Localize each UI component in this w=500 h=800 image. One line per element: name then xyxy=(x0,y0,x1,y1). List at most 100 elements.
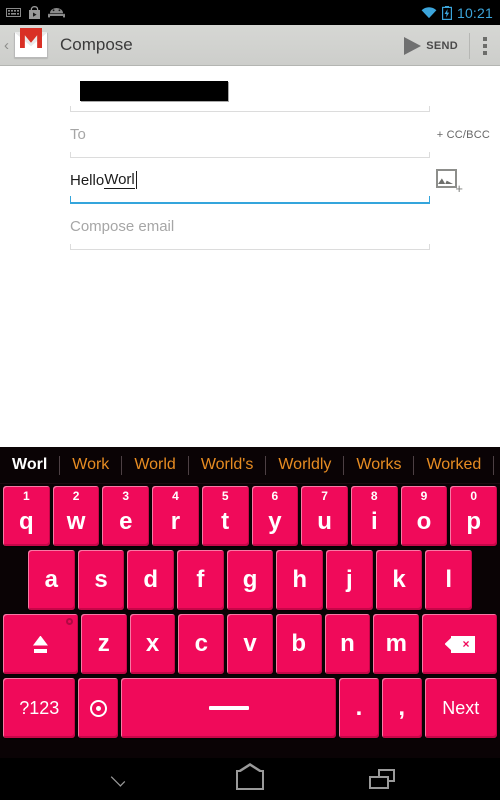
key-r[interactable]: 4r xyxy=(152,486,199,546)
key-label: b xyxy=(291,630,307,657)
to-field[interactable]: To xyxy=(70,112,430,158)
key-number-hint: 5 xyxy=(221,489,229,503)
key-x[interactable]: x xyxy=(129,614,176,674)
key-number-hint: 6 xyxy=(271,489,279,503)
enter-label: Next xyxy=(442,698,480,718)
subject-row: Hello Worl + xyxy=(0,158,500,204)
key-g[interactable]: g xyxy=(226,550,274,610)
subject-text: Hello xyxy=(70,171,105,189)
period-key[interactable]: . xyxy=(339,678,379,738)
compose-form: To + CC/BCC Hello Worl + Compose email xyxy=(0,66,500,250)
body-placeholder: Compose email xyxy=(70,218,175,235)
key-m[interactable]: m xyxy=(373,614,420,674)
hide-keyboard-button[interactable] xyxy=(94,758,142,800)
key-n[interactable]: n xyxy=(324,614,371,674)
cc-bcc-button[interactable]: + CC/BCC xyxy=(437,129,490,141)
suggestion-strip: WorlWorkWorldWorld'sWorldlyWorksWorkedWo… xyxy=(0,447,500,484)
send-icon xyxy=(404,36,422,55)
key-label: s xyxy=(94,566,108,593)
emoji-settings-key[interactable] xyxy=(78,678,119,738)
backspace-key[interactable]: × xyxy=(422,614,497,674)
key-c[interactable]: c xyxy=(178,614,225,674)
overflow-dot xyxy=(483,50,487,55)
overflow-menu-icon[interactable] xyxy=(470,25,500,66)
key-y[interactable]: 6y xyxy=(251,486,299,546)
suggestion-item[interactable]: World xyxy=(122,447,188,483)
home-button[interactable] xyxy=(226,758,274,800)
key-number-hint: 8 xyxy=(370,489,378,503)
key-number-hint: 9 xyxy=(420,489,428,503)
key-label: d xyxy=(143,566,159,593)
key-number-hint: 7 xyxy=(321,489,328,503)
subject-composing-text: Worl xyxy=(104,171,135,189)
shift-lock-indicator xyxy=(65,618,73,625)
text-caret xyxy=(135,171,137,189)
send-button[interactable]: SEND xyxy=(398,25,469,66)
suggestion-item[interactable]: Worldly xyxy=(266,447,343,483)
key-i[interactable]: 8i xyxy=(350,486,398,546)
suggestion-item[interactable]: Worl xyxy=(0,447,59,483)
symbols-label: ?123 xyxy=(19,698,60,718)
key-t[interactable]: 5t xyxy=(201,486,249,546)
key-a[interactable]: a xyxy=(28,550,75,610)
field-edge-left xyxy=(70,152,71,157)
key-label: o xyxy=(416,508,432,535)
status-bar-clock: 10:21 xyxy=(456,4,493,21)
gmail-app-icon[interactable] xyxy=(14,28,48,58)
emoji-settings-icon xyxy=(89,699,107,717)
space-bar-indicator xyxy=(208,706,249,710)
key-label: n xyxy=(340,630,355,657)
key-p[interactable]: 0p xyxy=(450,486,498,546)
key-z[interactable]: z xyxy=(80,614,127,674)
symbols-key[interactable]: ?123 xyxy=(3,678,76,738)
key-f[interactable]: f xyxy=(177,550,224,610)
key-b[interactable]: b xyxy=(275,614,322,674)
up-navigation-icon[interactable]: ‹ xyxy=(0,38,13,53)
page-title: Compose xyxy=(60,35,133,54)
key-l[interactable]: l xyxy=(425,550,473,610)
battery-charging-icon xyxy=(441,5,452,20)
overflow-dot xyxy=(483,43,487,48)
status-bar: 10:21 xyxy=(0,0,500,25)
space-key[interactable] xyxy=(121,678,337,738)
period-label: . xyxy=(355,694,363,721)
key-j[interactable]: j xyxy=(326,550,373,610)
key-o[interactable]: 9o xyxy=(400,486,448,546)
key-w[interactable]: 2w xyxy=(52,486,100,546)
play-store-icon xyxy=(29,5,40,19)
key-label: m xyxy=(385,630,407,657)
key-u[interactable]: 7u xyxy=(301,486,348,546)
body-field[interactable]: Compose email xyxy=(70,204,430,250)
recents-button[interactable] xyxy=(358,758,406,800)
suggestion-item[interactable]: Works xyxy=(344,447,413,483)
suggestion-item[interactable]: World's xyxy=(189,447,266,483)
key-label: j xyxy=(346,566,353,593)
key-v[interactable]: v xyxy=(227,614,273,674)
subject-field[interactable]: Hello Worl xyxy=(70,158,430,204)
key-label: a xyxy=(44,566,59,593)
key-k[interactable]: k xyxy=(375,550,423,610)
comma-key[interactable]: , xyxy=(381,678,422,738)
field-edge-left xyxy=(70,106,71,111)
key-e[interactable]: 3e xyxy=(102,486,150,546)
comma-label: , xyxy=(398,694,406,721)
suggestion-item[interactable]: Work xyxy=(60,447,121,483)
key-label: l xyxy=(445,566,453,593)
shift-key[interactable] xyxy=(3,614,78,674)
enter-next-key[interactable]: Next xyxy=(424,678,497,738)
attach-picture-icon[interactable]: + xyxy=(436,169,463,196)
key-d[interactable]: d xyxy=(127,550,175,610)
key-s[interactable]: s xyxy=(77,550,125,610)
key-h[interactable]: h xyxy=(276,550,324,610)
to-placeholder: To xyxy=(70,126,86,143)
android-icon xyxy=(48,8,65,18)
suggestion-item[interactable]: Working xyxy=(494,447,500,483)
body-row: Compose email xyxy=(0,204,500,250)
key-label: c xyxy=(194,630,208,657)
suggestion-item[interactable]: Worked xyxy=(414,447,493,483)
key-q[interactable]: 1q xyxy=(3,486,50,546)
backspace-icon: × xyxy=(444,635,475,653)
key-label: r xyxy=(170,508,181,535)
plus-badge: + xyxy=(455,181,463,196)
from-field[interactable] xyxy=(70,66,430,112)
